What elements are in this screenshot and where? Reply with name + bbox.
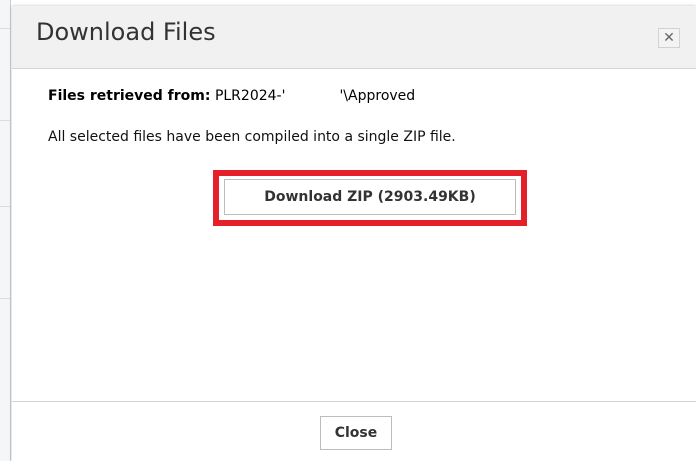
retrieved-path-start: PLR2024- [214, 88, 282, 104]
close-button[interactable]: Close [320, 416, 392, 450]
page: Download Files ✕ Files retrieved from: P… [0, 0, 696, 461]
close-icon: ✕ [663, 30, 675, 46]
background-divider [0, 120, 10, 121]
footer-divider [12, 401, 696, 402]
dialog-content: Files retrieved from: PLR2024-' '\Approve… [48, 88, 668, 145]
background-divider [0, 298, 10, 299]
dialog-title: Download Files [36, 18, 216, 46]
retrieved-path-end: '\Approved [339, 88, 416, 104]
download-files-dialog: Download Files ✕ Files retrieved from: P… [12, 6, 696, 461]
redacted-path-segment [285, 90, 339, 100]
background-divider [0, 28, 10, 29]
dialog-titlebar: Download Files ✕ [12, 6, 696, 69]
download-zip-button[interactable]: Download ZIP (2903.49KB) [224, 179, 516, 215]
background-divider [0, 206, 10, 207]
dialog-close-button[interactable]: ✕ [658, 28, 680, 48]
retrieved-from-line: Files retrieved from: PLR2024-' '\Approve… [48, 88, 668, 104]
compiled-message: All selected files have been compiled in… [48, 129, 456, 145]
background-panel [0, 0, 11, 461]
retrieved-from-label: Files retrieved from: [48, 88, 211, 104]
